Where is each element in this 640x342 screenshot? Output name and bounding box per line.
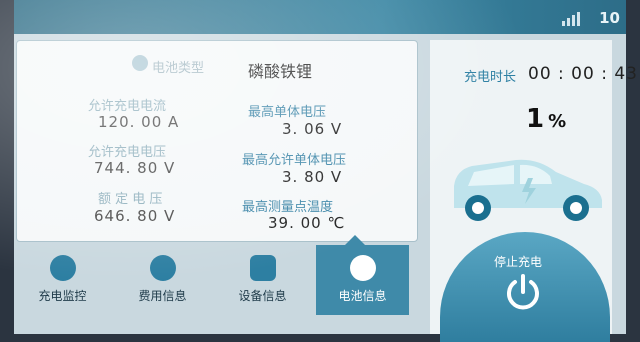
charging-monitor-icon (50, 255, 76, 281)
tab-label: 费用信息 (138, 289, 187, 303)
tab-label: 电池信息 (338, 289, 387, 303)
max-allowed-cell-voltage-value: 3. 80 V (282, 168, 343, 186)
battery-type-icon (132, 55, 148, 71)
tab-label: 充电监控 (38, 289, 87, 303)
car-icon (454, 159, 602, 221)
bottom-tab-bar: 充电监控 费用信息 设备信息 电池信息 (16, 245, 416, 315)
stop-charging-label: 停止充电 (494, 255, 543, 269)
status-bar: 10 (14, 0, 626, 34)
battery-info-panel (16, 40, 418, 242)
charge-duration-label: 充电时长 (464, 70, 517, 85)
charge-percentage: 1% (526, 104, 566, 134)
power-icon (507, 274, 539, 310)
tab-battery-info[interactable]: 电池信息 (316, 245, 409, 315)
tab-fee-info[interactable]: 费用信息 (116, 245, 209, 315)
max-allowed-cell-voltage-label: 最高允许单体电压 (242, 153, 347, 168)
percent-value: 1 (526, 104, 545, 134)
max-temperature-value: 39. 00 ℃ (268, 214, 346, 232)
status-time: 10 (599, 9, 620, 27)
max-temperature-label: 最高测量点温度 (242, 200, 334, 215)
allowed-voltage-value: 744. 80 V (94, 159, 176, 177)
allowed-current-value: 120. 00 A (98, 113, 180, 131)
active-tab-pointer (345, 235, 365, 245)
battery-icon (350, 255, 376, 281)
tab-charging-monitor[interactable]: 充电监控 (16, 245, 109, 315)
percent-unit: % (548, 111, 567, 132)
allowed-voltage-label: 允许充电电压 (88, 145, 167, 160)
signal-icon (562, 12, 580, 26)
wrench-icon (250, 255, 276, 281)
tab-label: 设备信息 (238, 289, 287, 303)
max-cell-voltage-value: 3. 06 V (282, 120, 343, 138)
rated-voltage-label: 额 定 电 压 (98, 192, 163, 207)
tab-device-info[interactable]: 设备信息 (216, 245, 309, 315)
yen-coin-icon (150, 255, 176, 281)
battery-type-value: 磷酸铁锂 (248, 62, 313, 81)
charge-duration-value: 00 : 00 : 43 (528, 64, 638, 84)
rated-voltage-value: 646. 80 V (94, 207, 176, 225)
battery-type-label: 电池类型 (152, 61, 205, 76)
allowed-current-label: 允许充电电流 (88, 99, 167, 114)
max-cell-voltage-label: 最高单体电压 (248, 105, 327, 120)
